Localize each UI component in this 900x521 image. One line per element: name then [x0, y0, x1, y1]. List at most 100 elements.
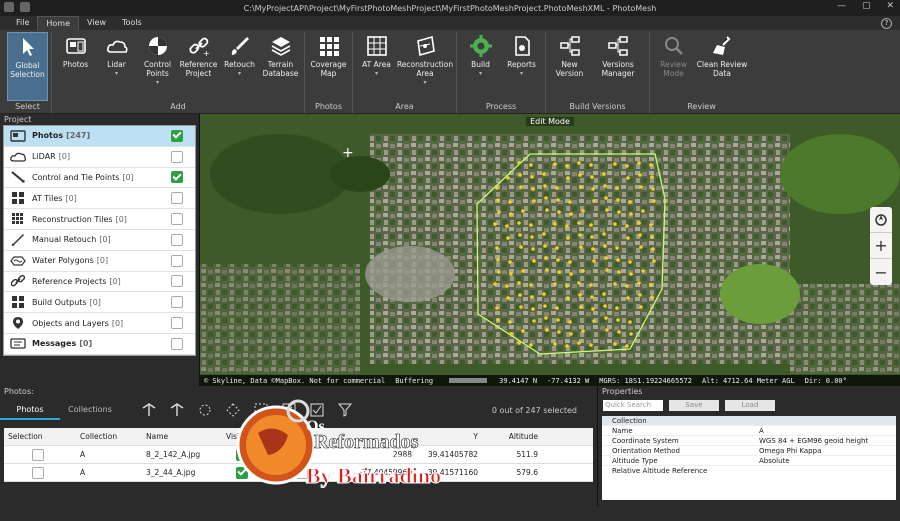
visibility-checkbox[interactable]: [171, 233, 183, 246]
property-value[interactable]: Absolute: [749, 457, 896, 465]
photo-point[interactable]: [565, 284, 569, 288]
photo-point[interactable]: [579, 185, 583, 189]
tab-photos[interactable]: Photos: [0, 400, 60, 420]
photo-point[interactable]: [603, 304, 607, 308]
retouch-button[interactable]: Retouch ▾: [219, 32, 260, 101]
reports-button[interactable]: Reports ▾: [501, 32, 542, 101]
photo-point[interactable]: [649, 223, 653, 227]
photo-point[interactable]: [613, 282, 617, 286]
close-button[interactable]: ✕: [886, 1, 894, 11]
photo-point[interactable]: [553, 222, 557, 226]
photo-point[interactable]: [531, 187, 535, 191]
photo-point[interactable]: [626, 296, 630, 300]
photo-point[interactable]: [556, 258, 560, 262]
photo-point[interactable]: [577, 161, 581, 165]
compass-icon[interactable]: [870, 207, 892, 233]
photo-point[interactable]: [628, 260, 632, 264]
photo-point[interactable]: [629, 212, 633, 216]
selection-cell[interactable]: [4, 448, 76, 461]
photo-point[interactable]: [495, 306, 499, 310]
photo-point[interactable]: [497, 210, 501, 214]
menu-home[interactable]: Home: [37, 16, 80, 30]
visibility-checkbox[interactable]: [171, 337, 183, 350]
visibility-checkbox[interactable]: [171, 192, 183, 205]
photo-point[interactable]: [616, 318, 620, 322]
photo-point[interactable]: [605, 268, 609, 272]
row-select-checkbox[interactable]: [32, 466, 44, 479]
photo-point[interactable]: [517, 221, 521, 225]
photo-point[interactable]: [496, 318, 500, 322]
visibility-checkbox[interactable]: [171, 275, 183, 288]
photo-point[interactable]: [639, 185, 643, 189]
lasso-icon[interactable]: [196, 401, 214, 419]
photo-point[interactable]: [532, 319, 536, 323]
build-button[interactable]: Build ▾: [460, 32, 501, 101]
selection-cell[interactable]: [4, 466, 76, 479]
photo-point[interactable]: [589, 223, 593, 227]
terrain-database-button[interactable]: Terrain Database: [260, 32, 301, 101]
photo-point[interactable]: [508, 260, 512, 264]
project-item-messages[interactable]: Messages [0]: [4, 334, 195, 355]
visibility-checkbox[interactable]: [171, 254, 183, 267]
zoom-out-button[interactable]: −: [870, 259, 892, 285]
photo-point[interactable]: [617, 330, 621, 334]
photo-point[interactable]: [579, 245, 583, 249]
property-row[interactable]: Altitude Type Absolute: [602, 456, 896, 466]
photo-point[interactable]: [578, 173, 582, 177]
photo-point[interactable]: [637, 221, 641, 225]
photo-point[interactable]: [625, 284, 629, 288]
column-header[interactable]: Name: [142, 432, 222, 441]
quick-search-input[interactable]: Quick Search: [603, 399, 663, 411]
property-group[interactable]: Collection: [602, 416, 896, 426]
photo-point[interactable]: [531, 247, 535, 251]
visibility-checkbox[interactable]: [171, 171, 183, 184]
photos-button[interactable]: Photos: [55, 32, 96, 101]
photo-point[interactable]: [628, 320, 632, 324]
photo-point[interactable]: [509, 212, 513, 216]
project-item-reconstruction-tiles[interactable]: Reconstruction Tiles [0]: [4, 209, 195, 230]
column-header[interactable]: Collection: [76, 432, 142, 441]
photo-point[interactable]: [542, 172, 546, 176]
photo-point[interactable]: [519, 305, 523, 309]
menu-file[interactable]: File: [8, 16, 37, 30]
photo-point[interactable]: [641, 209, 645, 213]
photo-point[interactable]: [531, 307, 535, 311]
photo-point[interactable]: [565, 224, 569, 228]
photo-point[interactable]: [650, 235, 654, 239]
photo-point[interactable]: [544, 316, 548, 320]
photo-point[interactable]: [615, 186, 619, 190]
photo-point[interactable]: [556, 198, 560, 202]
photo-point[interactable]: [508, 200, 512, 204]
photo-point[interactable]: [629, 332, 633, 336]
lidar-button[interactable]: Lidar ▾: [96, 32, 137, 101]
photo-point[interactable]: [578, 293, 582, 297]
photo-point[interactable]: [493, 222, 497, 226]
photo-point[interactable]: [613, 162, 617, 166]
photo-point[interactable]: [617, 210, 621, 214]
property-value[interactable]: A: [749, 427, 896, 435]
new-version-button[interactable]: New Version: [549, 32, 590, 101]
menu-tools[interactable]: Tools: [114, 16, 150, 30]
photo-point[interactable]: [581, 329, 585, 333]
visibility-checkbox[interactable]: [171, 317, 183, 330]
photo-point[interactable]: [556, 318, 560, 322]
photo-point[interactable]: [557, 210, 561, 214]
photo-point[interactable]: [602, 292, 606, 296]
photo-point[interactable]: [530, 175, 534, 179]
row-select-checkbox[interactable]: [32, 448, 44, 461]
photo-point[interactable]: [517, 341, 521, 345]
aerial-imagery[interactable]: +: [200, 114, 900, 386]
visibility-checkbox[interactable]: [171, 213, 183, 226]
photo-point[interactable]: [592, 319, 596, 323]
photo-point[interactable]: [603, 244, 607, 248]
photo-point[interactable]: [577, 341, 581, 345]
global-selection-button[interactable]: Global Selection: [7, 32, 48, 101]
photo-point[interactable]: [590, 235, 594, 239]
photo-point[interactable]: [628, 200, 632, 204]
photo-point[interactable]: [650, 175, 654, 179]
photo-point[interactable]: [529, 283, 533, 287]
versions-manager-button[interactable]: Versions Manager: [590, 32, 646, 101]
photo-point[interactable]: [543, 244, 547, 248]
photo-point[interactable]: [557, 270, 561, 274]
photo-point[interactable]: [590, 295, 594, 299]
